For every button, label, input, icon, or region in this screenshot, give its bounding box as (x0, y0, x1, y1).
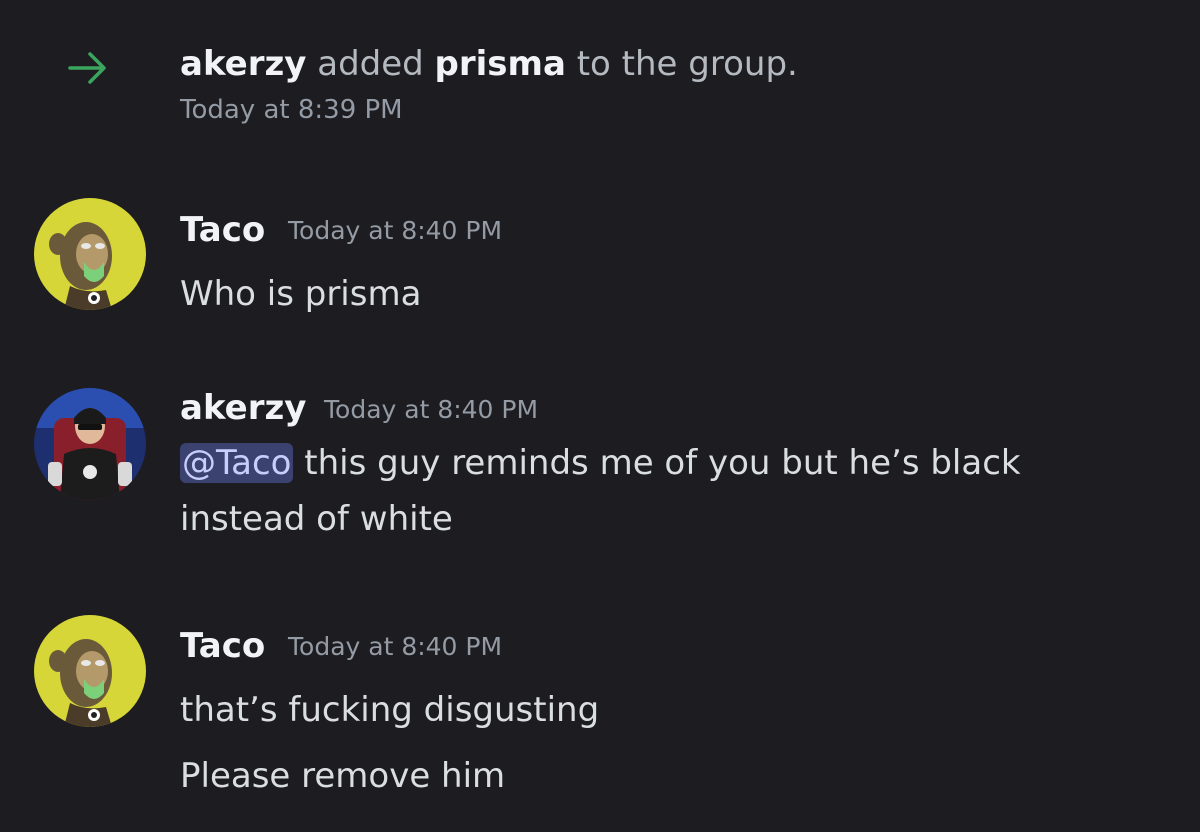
user-mention[interactable]: @Taco (180, 443, 294, 483)
gamer-avatar[interactable] (34, 388, 146, 500)
system-message-text: akerzy added prisma to the group. (180, 40, 798, 88)
message-author[interactable]: Taco (180, 622, 265, 670)
message-author[interactable]: Taco (180, 206, 265, 254)
message-timestamp: Today at 8:40 PM (324, 395, 539, 424)
message-text: Please remove him (180, 756, 506, 796)
system-suffix: to the group. (565, 44, 798, 84)
arrow-right-icon (66, 50, 110, 86)
system-verb: added (306, 44, 435, 84)
message-timestamp: Today at 8:40 PM (288, 632, 503, 661)
system-timestamp: Today at 8:39 PM (180, 95, 403, 125)
chat-log: akerzy added prisma to the group. Today … (0, 0, 1200, 832)
message-text-rest: this guy reminds me of you but he’s blac… (293, 443, 1021, 483)
message-text: that’s fucking disgusting (180, 690, 600, 730)
system-target-link[interactable]: prisma (435, 44, 566, 84)
message-timestamp: Today at 8:40 PM (288, 216, 503, 245)
message-text: Who is prisma (180, 274, 422, 314)
ape-avatar[interactable] (34, 615, 146, 727)
system-actor-link[interactable]: akerzy (180, 44, 306, 84)
ape-avatar[interactable] (34, 198, 146, 310)
message-text: @Taco this guy reminds me of you but he’… (180, 435, 1021, 491)
message-text-continued: instead of white (180, 499, 453, 539)
message-author[interactable]: akerzy (180, 384, 306, 432)
